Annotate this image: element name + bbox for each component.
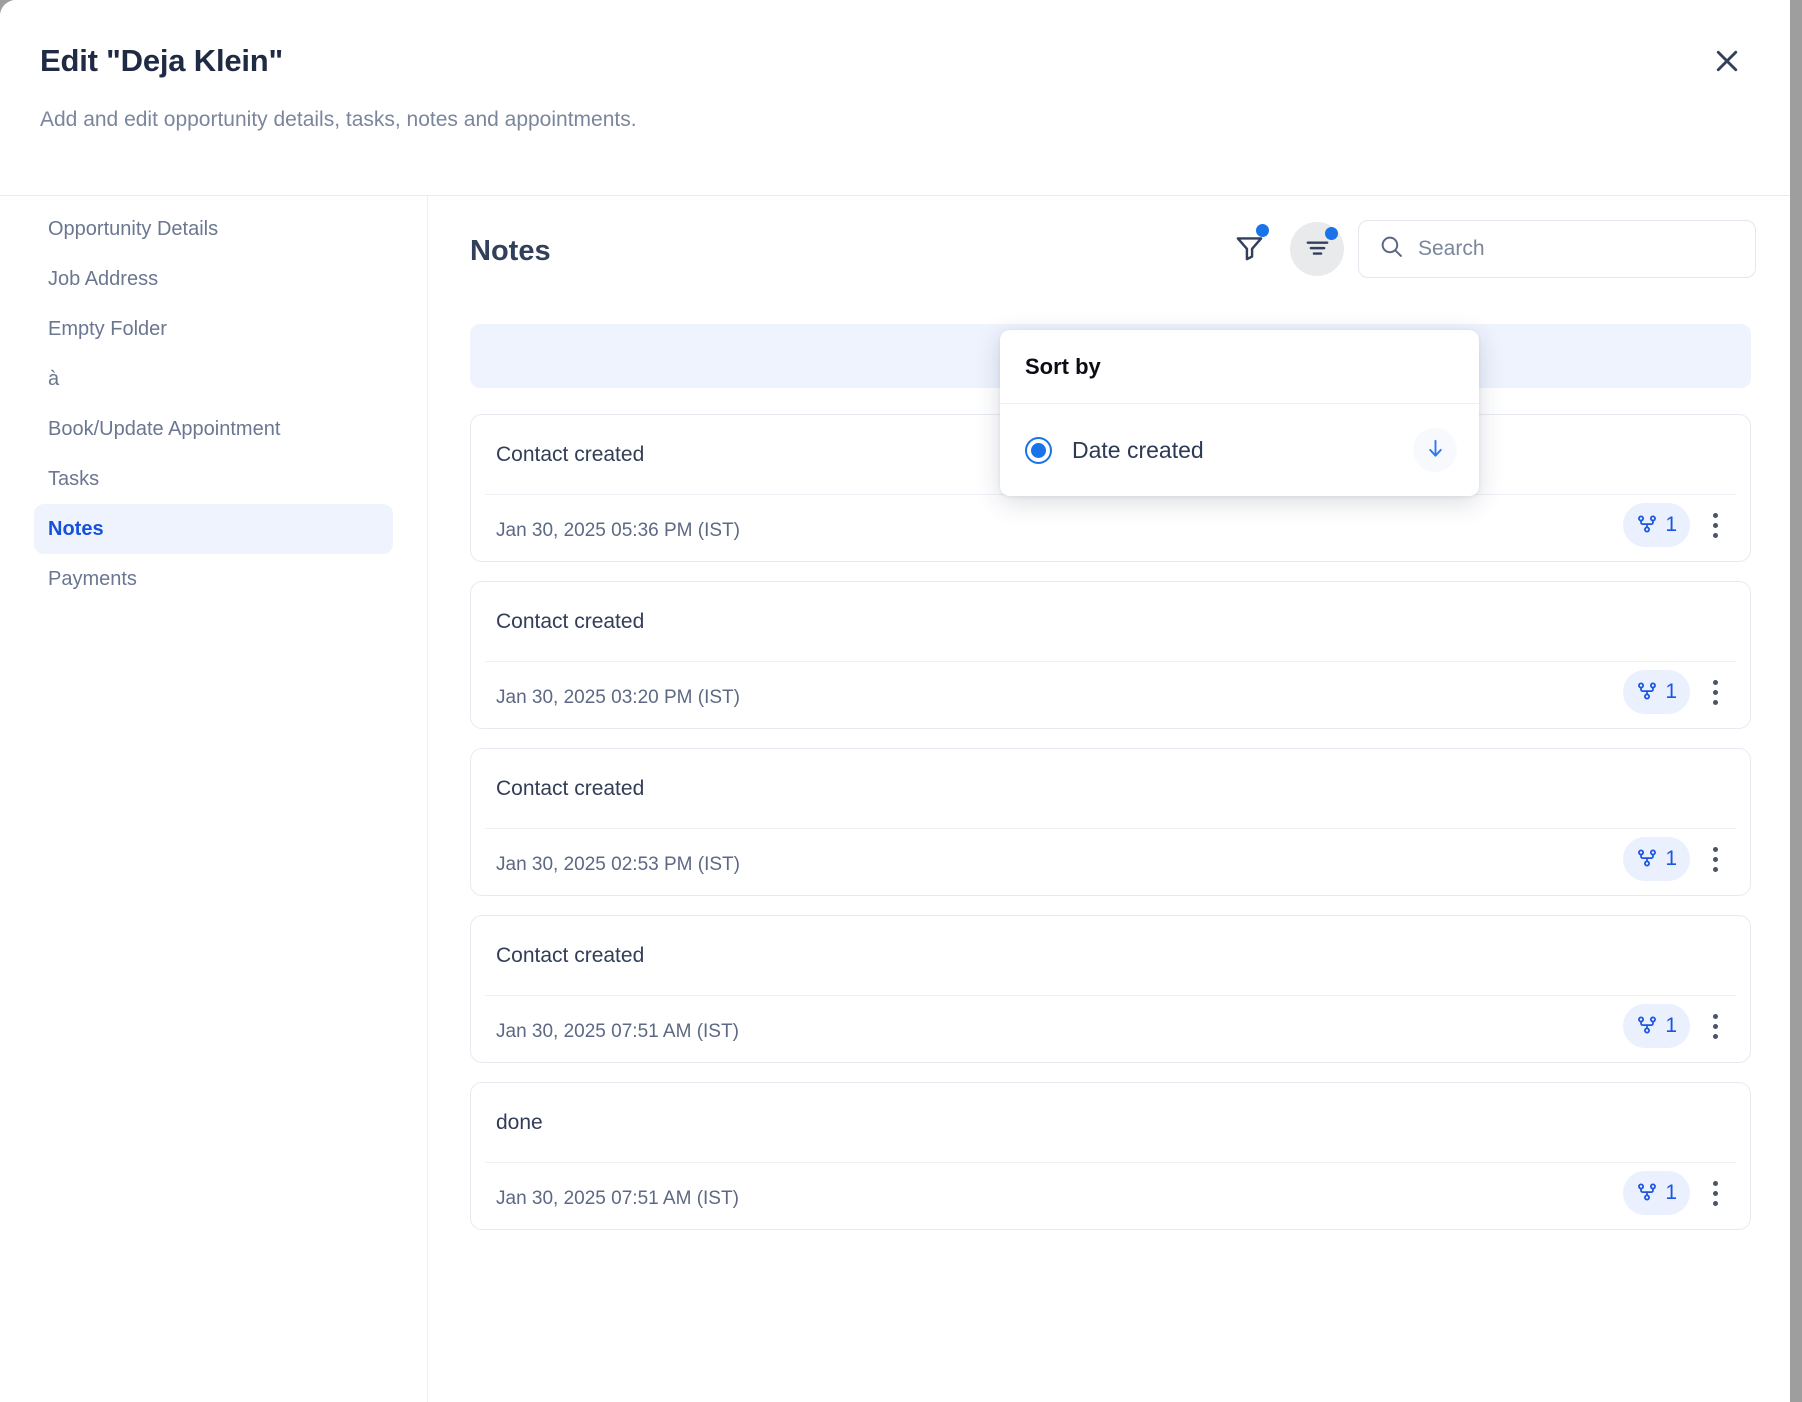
sidebar-item-job-address[interactable]: Job Address xyxy=(34,254,393,304)
sidebar-item-book-update-appointment[interactable]: Book/Update Appointment xyxy=(34,404,393,454)
note-date: Jan 30, 2025 05:36 PM (IST) xyxy=(496,520,740,542)
note-actions: 1 xyxy=(1623,670,1734,714)
modal-subtitle: Add and edit opportunity details, tasks,… xyxy=(40,108,637,132)
arrow-down-icon xyxy=(1424,437,1447,463)
note-date: Jan 30, 2025 03:20 PM (IST) xyxy=(496,687,740,709)
note-more-menu-button[interactable] xyxy=(1696,670,1734,714)
note-title: Contact created xyxy=(496,777,644,801)
radio-selected-icon[interactable] xyxy=(1025,437,1052,464)
note-divider xyxy=(485,828,1736,829)
notes-panel-title: Notes xyxy=(470,235,551,268)
note-actions: 1 xyxy=(1623,837,1734,881)
close-button[interactable] xyxy=(1708,42,1746,80)
edit-opportunity-modal: Edit "Deja Klein" Add and edit opportuni… xyxy=(0,0,1790,1402)
note-divider xyxy=(485,995,1736,996)
sidebar-item-label: Book/Update Appointment xyxy=(48,418,280,441)
table-row[interactable]: Contact created Jan 30, 2025 02:53 PM (I… xyxy=(470,748,1751,896)
sort-active-badge xyxy=(1325,227,1338,240)
sidebar-item-label: Empty Folder xyxy=(48,318,167,341)
sort-direction-button[interactable] xyxy=(1413,428,1457,472)
filter-button[interactable] xyxy=(1222,222,1276,276)
note-more-menu-button[interactable] xyxy=(1696,503,1734,547)
table-row[interactable]: done Jan 30, 2025 07:51 AM (IST) xyxy=(470,1082,1751,1230)
linked-records-count: 1 xyxy=(1665,1014,1677,1038)
share-nodes-icon xyxy=(1636,680,1658,705)
sidebar-item-notes[interactable]: Notes xyxy=(34,504,393,554)
linked-records-count: 1 xyxy=(1665,680,1677,704)
filter-funnel-icon xyxy=(1234,232,1265,266)
page-title: Edit "Deja Klein" xyxy=(40,43,283,79)
note-date: Jan 30, 2025 07:51 AM (IST) xyxy=(496,1021,739,1043)
sidebar-item-label: Job Address xyxy=(48,268,158,291)
note-title: Contact created xyxy=(496,610,644,634)
notes-panel-header: Notes xyxy=(429,196,1790,312)
search-icon xyxy=(1379,234,1404,264)
close-icon xyxy=(1712,46,1742,76)
linked-records-badge[interactable]: 1 xyxy=(1623,1004,1690,1048)
sort-option-label: Date created xyxy=(1072,437,1413,464)
kebab-menu-icon xyxy=(1713,847,1718,872)
linked-records-count: 1 xyxy=(1665,847,1677,871)
modal-sidebar: Opportunity Details Job Address Empty Fo… xyxy=(0,196,428,1402)
linked-records-badge[interactable]: 1 xyxy=(1623,670,1690,714)
modal-header: Edit "Deja Klein" Add and edit opportuni… xyxy=(0,0,1790,196)
sidebar-item-tasks[interactable]: Tasks xyxy=(34,454,393,504)
note-title: Contact created xyxy=(496,944,644,968)
note-actions: 1 xyxy=(1623,503,1734,547)
search-input[interactable] xyxy=(1418,237,1735,261)
kebab-menu-icon xyxy=(1713,1014,1718,1039)
sidebar-item-payments[interactable]: Payments xyxy=(34,554,393,604)
kebab-menu-icon xyxy=(1713,680,1718,705)
share-nodes-icon xyxy=(1636,513,1658,538)
sidebar-item-label: à xyxy=(48,368,59,391)
note-more-menu-button[interactable] xyxy=(1696,837,1734,881)
note-more-menu-button[interactable] xyxy=(1696,1004,1734,1048)
note-divider xyxy=(485,1162,1736,1163)
sidebar-item-opportunity-details[interactable]: Opportunity Details xyxy=(34,204,393,254)
sidebar-item-label: Notes xyxy=(48,518,104,541)
filter-active-badge xyxy=(1256,224,1269,237)
linked-records-badge[interactable]: 1 xyxy=(1623,503,1690,547)
notes-list: Contact created Jan 30, 2025 05:36 PM (I… xyxy=(470,414,1751,1249)
share-nodes-icon xyxy=(1636,847,1658,872)
note-date: Jan 30, 2025 07:51 AM (IST) xyxy=(496,1188,739,1210)
sort-option-date-created[interactable]: Date created xyxy=(1000,404,1479,496)
note-title: done xyxy=(496,1111,543,1135)
note-divider xyxy=(485,661,1736,662)
note-date: Jan 30, 2025 02:53 PM (IST) xyxy=(496,854,740,876)
linked-records-count: 1 xyxy=(1665,513,1677,537)
sidebar-item-a-accent[interactable]: à xyxy=(34,354,393,404)
linked-records-count: 1 xyxy=(1665,1181,1677,1205)
share-nodes-icon xyxy=(1636,1014,1658,1039)
sort-button[interactable] xyxy=(1290,222,1344,276)
notes-panel-actions xyxy=(1222,220,1756,278)
kebab-menu-icon xyxy=(1713,1181,1718,1206)
note-title: Contact created xyxy=(496,443,644,467)
note-more-menu-button[interactable] xyxy=(1696,1171,1734,1215)
sort-by-heading: Sort by xyxy=(1000,330,1479,404)
search-box[interactable] xyxy=(1358,220,1756,278)
kebab-menu-icon xyxy=(1713,513,1718,538)
note-actions: 1 xyxy=(1623,1004,1734,1048)
table-row[interactable]: Contact created Jan 30, 2025 07:51 AM (I… xyxy=(470,915,1751,1063)
sidebar-item-label: Opportunity Details xyxy=(48,218,218,241)
sort-by-dropdown: Sort by Date created xyxy=(1000,330,1479,496)
linked-records-badge[interactable]: 1 xyxy=(1623,837,1690,881)
sidebar-item-empty-folder[interactable]: Empty Folder xyxy=(34,304,393,354)
sidebar-item-label: Tasks xyxy=(48,468,99,491)
sidebar-item-label: Payments xyxy=(48,568,137,591)
share-nodes-icon xyxy=(1636,1181,1658,1206)
note-actions: 1 xyxy=(1623,1171,1734,1215)
linked-records-badge[interactable]: 1 xyxy=(1623,1171,1690,1215)
table-row[interactable]: Contact created Jan 30, 2025 03:20 PM (I… xyxy=(470,581,1751,729)
